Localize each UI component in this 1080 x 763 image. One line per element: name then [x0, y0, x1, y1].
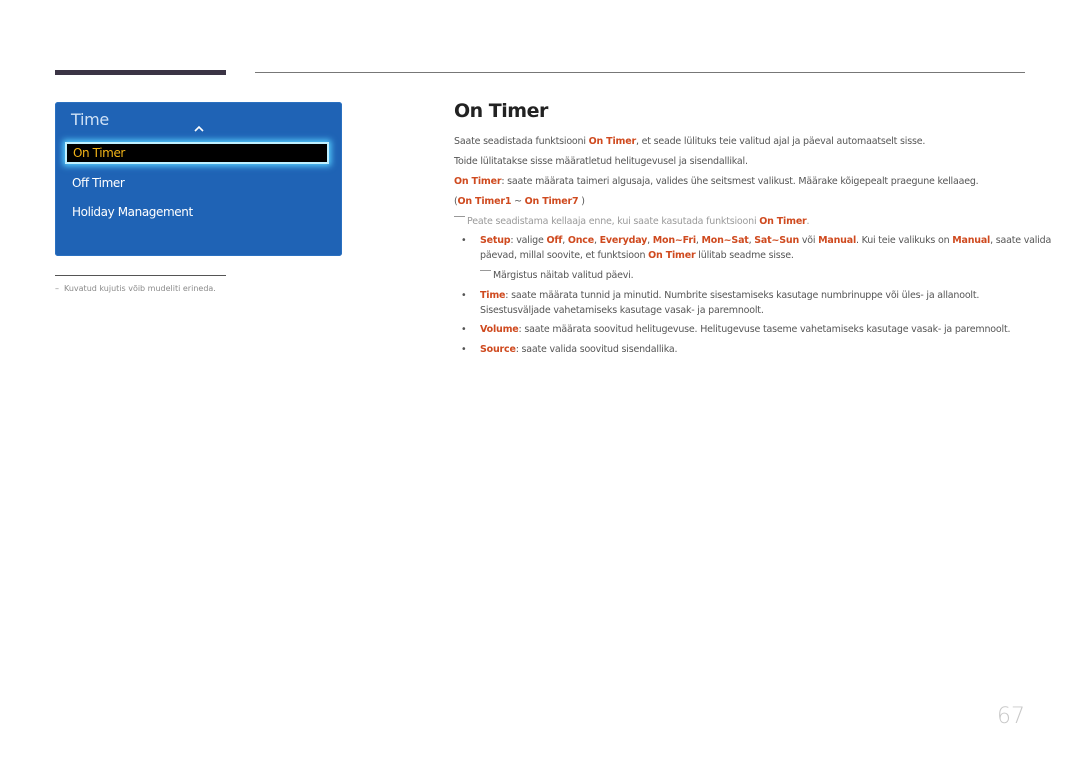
clock-note: Peate seadistama kellaaja enne, kui saat…: [454, 216, 810, 227]
time-text: Sisestusväljade vahetamiseks kasutage va…: [480, 305, 764, 316]
on-timer-desc-text: : saate määrata taimeri algusaja, valide…: [501, 176, 979, 187]
setup-text: , saate valida: [990, 235, 1052, 246]
note-dash-icon: [454, 216, 465, 217]
menu-item-on-timer[interactable]: On Timer: [65, 142, 329, 164]
header-rule: [255, 72, 1025, 73]
setup-text: . Kui teie valikuks on: [856, 235, 953, 246]
setup-note-text: Märgistus näitab valitud päevi.: [493, 270, 634, 281]
option-mon-fri: Mon~Fri: [652, 235, 696, 246]
intro-text-end: , et seade lülituks teie valitud ajal ja…: [635, 136, 926, 147]
volume-bullet: Volume: saate määrata soovitud helitugev…: [480, 322, 1011, 337]
intro-paragraph: Saate seadistada funktsiooni On Timer, e…: [454, 136, 925, 147]
source-label: Source: [480, 344, 516, 355]
time-bullet: Time: saate määrata tunnid ja minutid. N…: [480, 288, 979, 318]
option-everyday: Everyday: [599, 235, 648, 246]
source-text: : saate valida soovitud sisendallika.: [515, 344, 678, 355]
menu-item-off-timer[interactable]: Off Timer: [72, 176, 125, 190]
option-once: Once: [567, 235, 594, 246]
image-disclaimer: – Kuvatud kujutis võib mudeliti erineda.: [55, 284, 216, 293]
clock-note-highlight: On Timer: [759, 216, 807, 227]
power-paragraph: Toide lülitatakse sisse määratletud heli…: [454, 156, 748, 167]
setup-text: või: [799, 235, 819, 246]
range-separator: ~: [511, 196, 525, 207]
intro-text: Saate seadistada funktsiooni: [454, 136, 589, 147]
volume-label: Volume: [480, 324, 519, 335]
bullet-icon: •: [461, 290, 467, 301]
time-label: Time: [480, 290, 506, 301]
on-timer-term: On Timer: [454, 176, 502, 187]
range-from: On Timer1: [457, 196, 512, 207]
timer-range: (On Timer1 ~ On Timer7 ): [454, 196, 585, 207]
setup-text: päevad, millal soovite, et funktsioon: [480, 250, 649, 261]
note-dash: –: [55, 284, 59, 293]
header-accent-bar: [55, 70, 226, 75]
menu-item-holiday-management[interactable]: Holiday Management: [72, 205, 193, 219]
setup-highlight: On Timer: [648, 250, 696, 261]
bullet-icon: •: [461, 235, 467, 246]
disclaimer-text: Kuvatud kujutis võib mudeliti erineda.: [64, 284, 216, 293]
note-divider: [55, 275, 226, 276]
range-to: On Timer7: [524, 196, 579, 207]
option-off: Off: [546, 235, 563, 246]
option-manual: Manual: [952, 235, 991, 246]
page-title: On Timer: [454, 100, 548, 122]
volume-text: : saate määrata soovitud helitugevuse. H…: [518, 324, 1011, 335]
bullet-icon: •: [461, 324, 467, 335]
chevron-up-icon[interactable]: [193, 124, 205, 132]
setup-text: lülitab seadme sisse.: [695, 250, 794, 261]
note-dash-icon: [480, 270, 491, 271]
setup-label: Setup: [480, 235, 511, 246]
range-close: ): [578, 196, 585, 207]
clock-note-end: .: [806, 216, 810, 227]
page-number: 67: [997, 704, 1025, 729]
bullet-icon: •: [461, 344, 467, 355]
menu-title: Time: [71, 110, 109, 129]
time-text: : saate määrata tunnid ja minutid. Numbr…: [505, 290, 980, 301]
setup-text: : valige: [510, 235, 547, 246]
setup-bullet: Setup: valige Off, Once, Everyday, Mon~F…: [480, 233, 1051, 263]
time-menu-panel: Time On Timer Off Timer Holiday Manageme…: [55, 102, 342, 256]
setup-note: Märgistus näitab valitud päevi.: [480, 268, 634, 283]
option-sat-sun: Sat~Sun: [754, 235, 800, 246]
option-mon-sat: Mon~Sat: [701, 235, 749, 246]
on-timer-description: On Timer: saate määrata taimeri algusaja…: [454, 176, 979, 187]
option-manual: Manual: [818, 235, 856, 246]
source-bullet: Source: saate valida soovitud sisendalli…: [480, 342, 677, 357]
clock-note-text: Peate seadistama kellaaja enne, kui saat…: [467, 216, 760, 227]
intro-highlight: On Timer: [588, 136, 637, 147]
